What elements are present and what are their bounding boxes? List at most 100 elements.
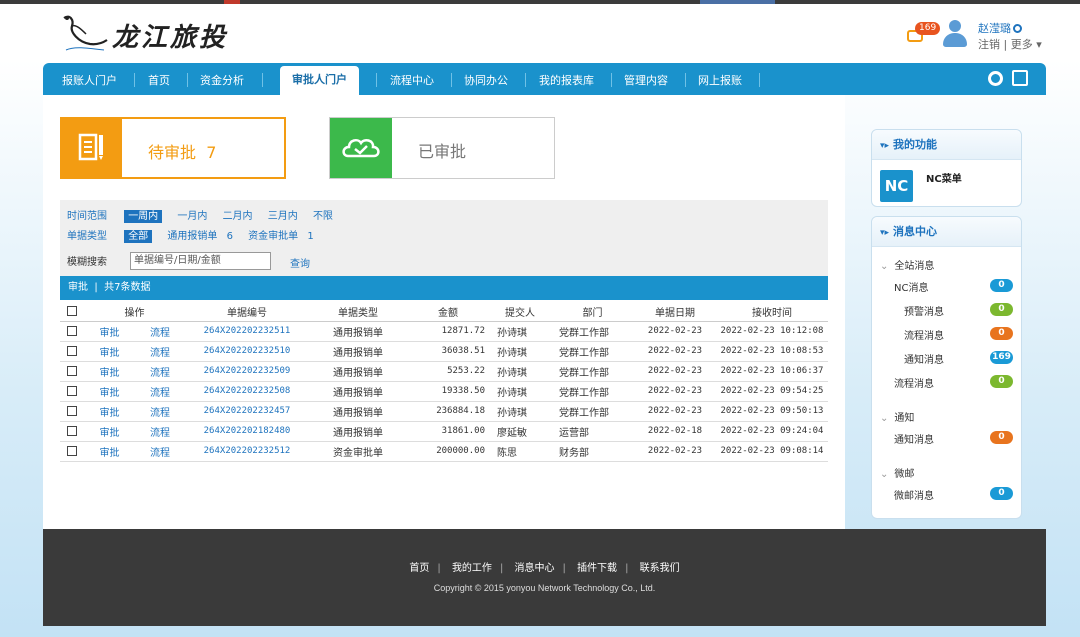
nav-item-fund-analysis[interactable]: 资金分析 [200, 72, 244, 88]
table-row[interactable]: 审批 流程 264X202202232457 通用报销单 236884.18 孙诗琪 党群工… [60, 401, 828, 422]
received-time-cell: 2022-02-23 09:08:14 [716, 441, 828, 462]
row-checkbox[interactable] [67, 325, 77, 336]
message-item[interactable]: 流程消息 0 [894, 375, 1021, 390]
doc-code-link[interactable]: 264X202202232512 [185, 441, 309, 462]
search-input[interactable]: 单据编号/日期/金额 [130, 252, 271, 270]
message-group[interactable]: ⌄ 通知 [880, 409, 914, 424]
nc-logo-icon[interactable]: NC [880, 170, 913, 202]
footer-link-plugin-download[interactable]: 插件下载 [577, 563, 617, 574]
nav-item-approver-portal[interactable]: 审批人门户 [280, 66, 359, 95]
time-option-week[interactable]: 一周内 [124, 210, 163, 223]
submitter-cell: 孙诗琪 [489, 381, 551, 402]
row-checkbox[interactable] [67, 365, 77, 376]
message-group[interactable]: ⌄ 全站消息 [880, 257, 934, 272]
fullscreen-icon[interactable] [1012, 70, 1028, 86]
process-link[interactable]: 流程 [135, 341, 185, 362]
approve-link[interactable]: 审批 [84, 441, 135, 462]
footer-link-home[interactable]: 首页 [409, 563, 429, 574]
row-select-cell[interactable] [60, 361, 84, 382]
approve-link[interactable]: 审批 [84, 361, 135, 382]
message-item[interactable]: 预警消息 0 [904, 303, 1021, 318]
row-select-cell[interactable] [60, 381, 84, 402]
nav-item-process-center[interactable]: 流程中心 [390, 72, 434, 88]
time-option-month[interactable]: 一月内 [177, 211, 207, 222]
select-all-checkbox[interactable] [67, 305, 77, 316]
process-link[interactable]: 流程 [135, 421, 185, 442]
time-option-two-months[interactable]: 二月内 [223, 211, 253, 222]
more-link[interactable]: 更多 ▾ [1011, 38, 1042, 51]
footer-link-my-work[interactable]: 我的工作 [452, 563, 492, 574]
table-row[interactable]: 审批 流程 264X202202232510 通用报销单 36038.51 孙诗琪 党群工作… [60, 341, 828, 362]
row-select-cell[interactable] [60, 321, 84, 342]
row-checkbox[interactable] [67, 445, 77, 456]
doc-code-link[interactable]: 264X202202232509 [185, 361, 309, 382]
user-name-text[interactable]: 赵滢璐 [978, 22, 1011, 35]
search-button[interactable]: 查询 [290, 255, 310, 270]
header-received-time: 接收时间 [716, 302, 828, 322]
pending-approval-card[interactable]: 待审批 7 [60, 117, 286, 179]
process-link[interactable]: 流程 [135, 361, 185, 382]
approved-card[interactable]: 已审批 [329, 117, 555, 179]
doc-code-link[interactable]: 264X202202182480 [185, 421, 309, 442]
department-cell: 党群工作部 [551, 401, 634, 422]
nav-item-my-reports[interactable]: 我的报表库 [539, 72, 594, 88]
doc-type-all[interactable]: 全部 [124, 230, 153, 243]
row-select-cell[interactable] [60, 441, 84, 462]
nc-menu-link[interactable]: NC菜单 [926, 170, 962, 185]
row-checkbox[interactable] [67, 405, 77, 416]
table-row[interactable]: 审批 流程 264X202202232512 资金审批单 200000.00 陈思 财务部 2… [60, 441, 828, 462]
row-checkbox[interactable] [67, 425, 77, 436]
process-link[interactable]: 流程 [135, 401, 185, 422]
table-record-count: 共7条数据 [104, 282, 151, 293]
document-edit-icon [78, 133, 103, 161]
doc-code-link[interactable]: 264X202202232508 [185, 381, 309, 402]
message-item[interactable]: 通知消息 0 [894, 431, 1021, 446]
logout-link[interactable]: 注销 [978, 38, 1000, 51]
approve-link[interactable]: 审批 [84, 321, 135, 342]
approve-link[interactable]: 审批 [84, 381, 135, 402]
avatar[interactable] [943, 20, 967, 48]
doc-code-link[interactable]: 264X202202232511 [185, 321, 309, 342]
row-select-cell[interactable] [60, 401, 84, 422]
doc-type-fund[interactable]: 资金审批单 [248, 231, 298, 242]
nav-item-online-reimburse[interactable]: 网上报账 [698, 72, 742, 88]
approve-link[interactable]: 审批 [84, 341, 135, 362]
message-item[interactable]: 流程消息 0 [904, 327, 1021, 342]
message-item[interactable]: NC消息 0 [894, 279, 1021, 294]
process-link[interactable]: 流程 [135, 381, 185, 402]
table-row[interactable]: 审批 流程 264X202202232511 通用报销单 12871.72 孙诗琪 党群工作… [60, 321, 828, 342]
footer-link-message-center[interactable]: 消息中心 [515, 563, 555, 574]
doc-code-link[interactable]: 264X202202232457 [185, 401, 309, 422]
received-time-cell: 2022-02-23 09:24:04 [716, 421, 828, 442]
search-icon[interactable] [988, 71, 1003, 86]
doc-code-link[interactable]: 264X202202232510 [185, 341, 309, 362]
process-link[interactable]: 流程 [135, 321, 185, 342]
message-item[interactable]: 通知消息 169 [904, 351, 1021, 366]
nav-item-home[interactable]: 首页 [148, 72, 170, 88]
row-checkbox[interactable] [67, 385, 77, 396]
table-row[interactable]: 审批 流程 264X202202182480 通用报销单 31861.00 廖延敏 运营部 2… [60, 421, 828, 442]
user-name[interactable]: 赵滢璐 [978, 20, 1022, 36]
approve-link[interactable]: 审批 [84, 401, 135, 422]
nav-item-collaboration[interactable]: 协同办公 [464, 72, 508, 88]
table-row[interactable]: 审批 流程 264X202202232509 通用报销单 5253.22 孙诗琪 党群工作部… [60, 361, 828, 382]
row-checkbox[interactable] [67, 345, 77, 356]
nav-item-manage-content[interactable]: 管理内容 [624, 72, 668, 88]
approve-link[interactable]: 审批 [84, 421, 135, 442]
received-time-cell: 2022-02-23 09:54:25 [716, 381, 828, 402]
table-body: 审批 流程 264X202202232511 通用报销单 12871.72 孙诗琪 党群工作… [60, 321, 828, 462]
header-doc-code: 单据编号 [185, 302, 309, 322]
message-count-badge: 0 [990, 279, 1013, 292]
process-link[interactable]: 流程 [135, 441, 185, 462]
nav-item-reimburse-portal[interactable]: 报账人门户 [62, 72, 117, 88]
time-option-unlimited[interactable]: 不限 [313, 211, 333, 222]
table-row[interactable]: 审批 流程 264X202202232508 通用报销单 19338.50 孙诗琪 党群工作… [60, 381, 828, 402]
doc-type-general[interactable]: 通用报销单 [167, 231, 217, 242]
row-select-cell[interactable] [60, 421, 84, 442]
row-select-cell[interactable] [60, 341, 84, 362]
header-select-all[interactable] [60, 302, 84, 322]
message-item[interactable]: 微邮消息 0 [894, 487, 1021, 502]
message-group[interactable]: ⌄ 微邮 [880, 465, 914, 480]
time-option-three-months[interactable]: 三月内 [268, 211, 298, 222]
footer-link-contact[interactable]: 联系我们 [640, 563, 680, 574]
